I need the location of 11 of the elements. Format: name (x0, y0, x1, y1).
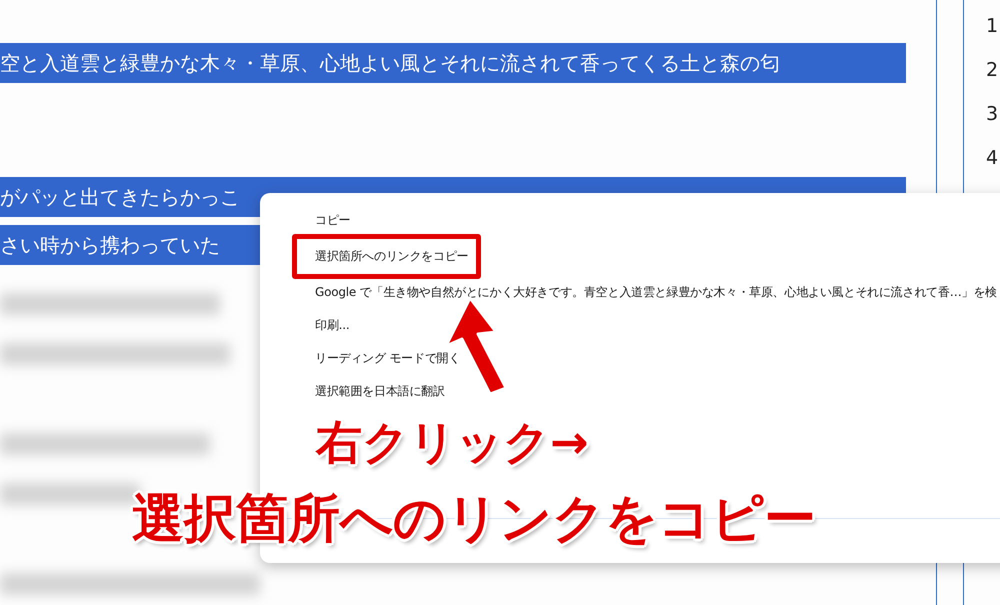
menu-item[interactable]: 選択範囲を日本語に翻訳 (260, 375, 445, 408)
list-number: 4 (986, 148, 998, 168)
list-number: 2 (986, 60, 998, 80)
annotation-text: 右クリック→ (316, 414, 589, 471)
selected-text: 空と入道雲と緑豊かな木々・草原、心地よい風とそれに流されて香ってくる土と森の匂 (0, 43, 906, 83)
list-number: 3 (986, 104, 998, 124)
list-number: 1 (986, 16, 998, 36)
menu-item[interactable]: 印刷... (260, 309, 350, 342)
annotation-text: 選択箇所へのリンクをコピー (132, 488, 816, 551)
menu-item[interactable]: 選択箇所へのリンクをコピー (292, 234, 482, 279)
menu-item[interactable]: リーディング モードで開く (260, 342, 460, 375)
